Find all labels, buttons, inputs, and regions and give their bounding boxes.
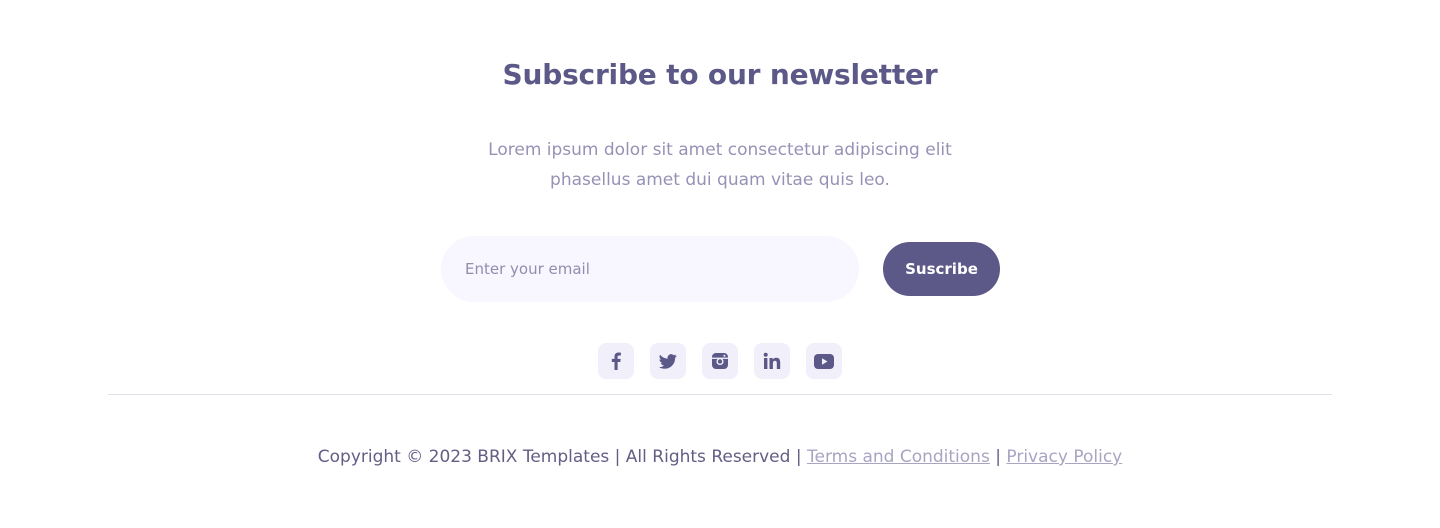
newsletter-title: Subscribe to our newsletter — [502, 58, 938, 91]
email-input[interactable] — [441, 236, 859, 302]
newsletter-description-line-2: phasellus amet dui quam vitae quis leo. — [550, 170, 890, 190]
newsletter-description: Lorem ipsum dolor sit amet consectetur a… — [470, 135, 970, 195]
facebook-link[interactable] — [598, 343, 634, 379]
youtube-icon — [814, 353, 834, 369]
youtube-link[interactable] — [806, 343, 842, 379]
newsletter-description-line-1: Lorem ipsum dolor sit amet consectetur a… — [488, 140, 952, 160]
footer-divider — [108, 394, 1332, 395]
terms-link[interactable]: Terms and Conditions — [807, 447, 990, 467]
social-links — [598, 343, 842, 379]
facebook-icon — [611, 352, 621, 370]
subscribe-button[interactable]: Suscribe — [883, 242, 1000, 296]
newsletter-footer-section: Subscribe to our newsletter Lorem ipsum … — [0, 0, 1440, 528]
copyright-text: Copyright © 2023 BRIX Templates | All Ri… — [317, 447, 802, 467]
twitter-icon — [659, 353, 677, 369]
instagram-link[interactable] — [702, 343, 738, 379]
linkedin-link[interactable] — [754, 343, 790, 379]
instagram-icon — [712, 353, 728, 369]
footer-legal: Copyright © 2023 BRIX Templates | All Ri… — [0, 444, 1440, 470]
twitter-link[interactable] — [650, 343, 686, 379]
linkedin-icon — [763, 352, 781, 369]
footer-separator: | — [995, 447, 1001, 467]
privacy-link[interactable]: Privacy Policy — [1006, 447, 1122, 467]
